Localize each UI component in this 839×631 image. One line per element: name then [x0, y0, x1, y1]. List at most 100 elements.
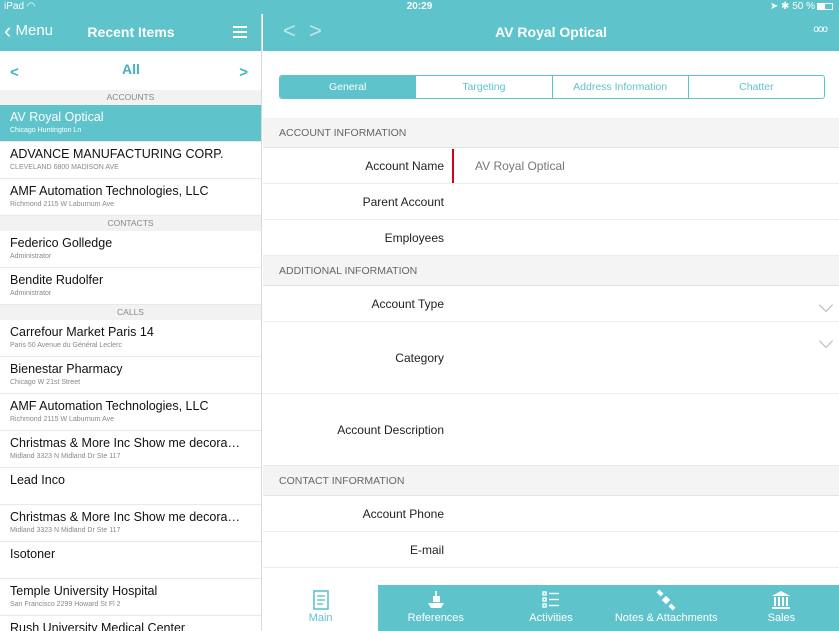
- record-title: AV Royal Optical: [495, 24, 607, 40]
- list-item[interactable]: Isotoner: [0, 542, 261, 579]
- tab-targeting[interactable]: Targeting: [416, 76, 553, 98]
- battery-icon: [817, 3, 833, 10]
- picklist-field[interactable]: [452, 286, 823, 321]
- list-item[interactable]: ADVANCE MANUFACTURING CORP. CLEVELAND 680…: [0, 142, 261, 179]
- field-value[interactable]: [452, 532, 823, 567]
- tab-bar-notes-attachments[interactable]: Notes & Attachments: [609, 585, 724, 631]
- tab-bar-label: Main: [308, 612, 333, 624]
- filter-bar: < All >: [0, 51, 261, 90]
- item-title: AMF Automation Technologies, LLC: [10, 399, 209, 413]
- item-subtitle: Midland 3323 N Midland Dr Ste 117: [10, 527, 121, 534]
- tab-bar-label: Activities: [529, 612, 573, 624]
- left-header: ‹ Menu Recent Items: [0, 14, 261, 51]
- more-options-icon[interactable]: ooo: [813, 24, 828, 35]
- item-title: Isotoner: [10, 547, 56, 561]
- recent-list: ACCOUNTS AV Royal Optical Chicago Huntingt…: [0, 90, 261, 631]
- item-title: Federico Golledge: [10, 236, 113, 250]
- section-header: ADDITIONAL INFORMATION: [263, 256, 839, 286]
- location-icon: ➤: [769, 1, 779, 12]
- field-value[interactable]: [452, 184, 823, 219]
- field-label: Account Description: [337, 423, 444, 437]
- item-subtitle: Chicago W 21st Street: [10, 379, 81, 386]
- section-header: ACCOUNTS: [0, 90, 261, 105]
- detail-header: < > AV Royal Optical ooo: [263, 14, 839, 51]
- status-bar: iPad ◠ 20:29 ➤ ✱ 50 %: [0, 0, 839, 14]
- field-value[interactable]: AV Royal Optical: [452, 149, 823, 183]
- list-item[interactable]: AMF Automation Technologies, LLC Richmond…: [0, 394, 261, 431]
- list-item[interactable]: Carrefour Market Paris 14 Paris 50 Avenue…: [0, 320, 261, 357]
- panel-title: Recent Items: [87, 24, 175, 40]
- tab-general[interactable]: General: [280, 76, 417, 98]
- form-row: Account Description: [263, 394, 839, 466]
- tab-bar-label: Sales: [767, 612, 796, 624]
- item-title: Bienestar Pharmacy: [10, 362, 123, 376]
- list-item[interactable]: Bendite Rudolfer Administrator: [0, 268, 261, 305]
- item-title: Bendite Rudolfer: [10, 273, 104, 287]
- field-label: E-mail: [409, 543, 444, 557]
- checklist-icon: [493, 589, 608, 611]
- segment-tabs: General Targeting Address Information Chatt…: [279, 75, 825, 99]
- item-title: Lead Inco: [10, 473, 65, 487]
- field-label: Employees: [384, 231, 444, 245]
- tab-address-information[interactable]: Address Information: [553, 76, 689, 98]
- bank-icon: [724, 589, 839, 611]
- item-subtitle: Paris 50 Avenue du Général Leclerc: [10, 342, 122, 349]
- list-item[interactable]: Rush University Medical Center: [0, 616, 261, 631]
- section-header: CALLS: [0, 305, 261, 320]
- item-title: AMF Automation Technologies, LLC: [10, 184, 209, 198]
- list-item[interactable]: Bienestar Pharmacy Chicago W 21st Street: [0, 357, 261, 394]
- tab-bar-activities[interactable]: Activities: [493, 585, 608, 631]
- list-item[interactable]: Lead Inco: [0, 468, 261, 505]
- list-item[interactable]: AMF Automation Technologies, LLC Richmond…: [0, 179, 261, 216]
- item-title: Temple University Hospital: [10, 584, 158, 598]
- detail-panel: < > AV Royal Optical ooo General Targetin…: [263, 14, 839, 631]
- item-subtitle: Midland 3323 N Midland Dr Ste 117: [10, 453, 121, 460]
- item-title: Christmas & More Inc Show me decora…: [10, 436, 240, 450]
- list-item[interactable]: Christmas & More Inc Show me decora… Midl…: [0, 505, 261, 542]
- item-subtitle: San Francisco 2299 Howard St Fl 2: [10, 601, 121, 608]
- recent-items-panel: ‹ Menu Recent Items < All > ACCOUNTS AV R…: [0, 14, 262, 631]
- tab-chatter[interactable]: Chatter: [689, 76, 824, 98]
- bottom-tab-bar: Main References Activities Notes & Attachme…: [263, 585, 839, 631]
- tab-bar-references[interactable]: References: [378, 585, 493, 631]
- satellite-icon: [609, 589, 724, 611]
- field-value[interactable]: [452, 496, 823, 531]
- record-form: ACCOUNT INFORMATION Account Name AV Royal …: [263, 118, 839, 568]
- bluetooth-icon: ✱: [781, 1, 790, 12]
- item-subtitle: CLEVELAND 6800 MADISON AVE: [10, 164, 119, 171]
- list-item[interactable]: Temple University Hospital San Francisco …: [0, 579, 261, 616]
- form-row: Account Phone: [263, 496, 839, 532]
- field-value[interactable]: [452, 394, 823, 465]
- tab-bar-sales[interactable]: Sales: [724, 585, 839, 631]
- form-row: Parent Account: [263, 184, 839, 220]
- picklist-field[interactable]: [452, 322, 823, 393]
- section-header: CONTACTS: [0, 216, 261, 231]
- tab-bar-main[interactable]: Main: [263, 585, 379, 631]
- item-title: Christmas & More Inc Show me decora…: [10, 510, 240, 524]
- field-label: Account Type: [371, 297, 445, 311]
- form-row: Employees: [263, 220, 839, 256]
- tab-bar-label: Notes & Attachments: [614, 612, 718, 624]
- form-row: E-mail: [263, 532, 839, 568]
- form-row: Account Type: [263, 286, 839, 322]
- tab-bar-label: References: [407, 612, 464, 624]
- form-row: Category: [263, 322, 839, 394]
- field-label: Account Name: [365, 159, 444, 173]
- list-item[interactable]: Christmas & More Inc Show me decora… Midl…: [0, 431, 261, 468]
- list-item[interactable]: Federico Golledge Administrator: [0, 231, 261, 268]
- item-subtitle: Richmond 2115 W Laburnum Ave: [10, 416, 115, 423]
- field-label: Account Phone: [362, 507, 444, 521]
- book-icon: [263, 589, 378, 611]
- item-title: Rush University Medical Center: [10, 621, 186, 631]
- list-item[interactable]: AV Royal Optical Chicago Huntington Ln: [0, 105, 261, 142]
- item-subtitle: Chicago Huntington Ln: [10, 127, 82, 134]
- item-title: AV Royal Optical: [10, 110, 104, 124]
- field-value[interactable]: [452, 220, 823, 255]
- item-subtitle: Administrator: [10, 253, 52, 260]
- hamburger-menu-icon[interactable]: [233, 26, 247, 38]
- filter-next-button[interactable]: >: [239, 64, 248, 81]
- section-header: ACCOUNT INFORMATION: [263, 118, 839, 148]
- status-time: 20:29: [406, 1, 433, 12]
- item-title: ADVANCE MANUFACTURING CORP.: [10, 147, 224, 161]
- item-subtitle: Richmond 2115 W Laburnum Ave: [10, 201, 115, 208]
